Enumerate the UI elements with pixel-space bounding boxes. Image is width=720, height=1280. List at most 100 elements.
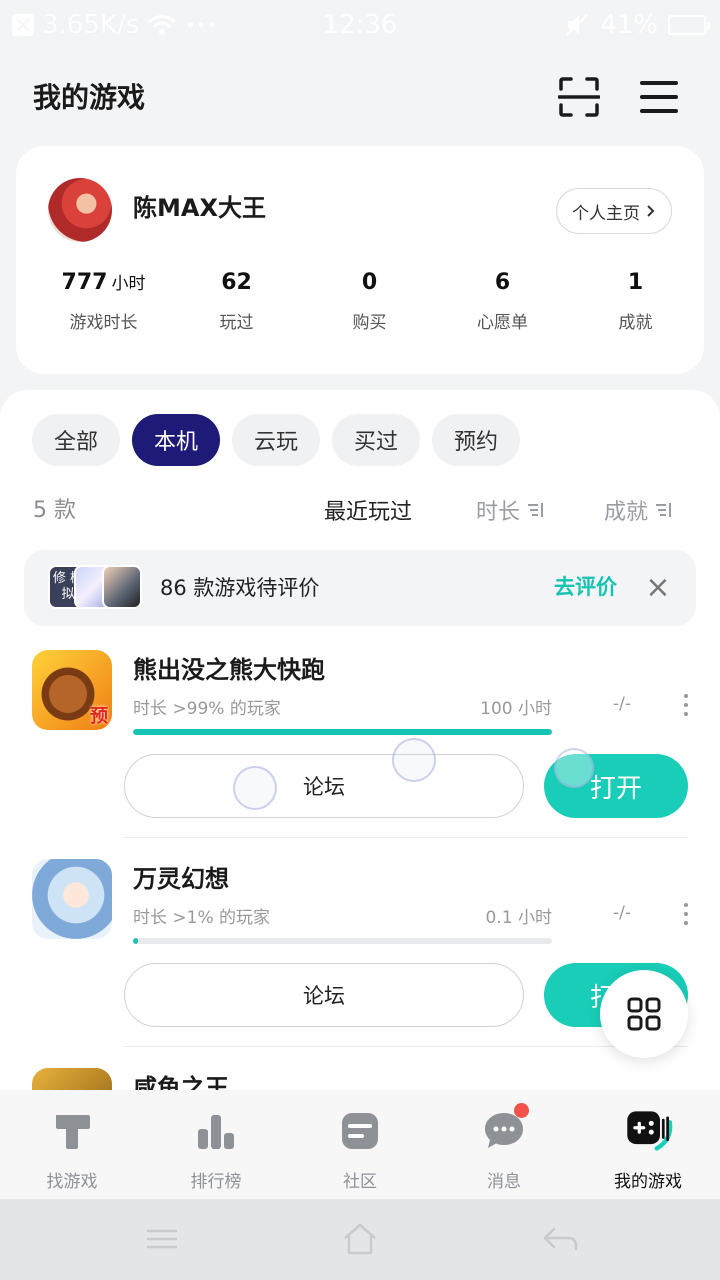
find-game-icon xyxy=(56,1115,90,1149)
game-title: 万灵幻想 xyxy=(133,865,229,893)
game-icon-wanling[interactable] xyxy=(32,859,112,939)
touch-indicator xyxy=(233,766,277,810)
stat-playtime[interactable]: 777 小时 游戏时长 xyxy=(37,266,170,333)
touch-indicator xyxy=(392,738,436,782)
stat-value: 1 xyxy=(627,270,644,295)
nav-ranking[interactable]: 排行榜 xyxy=(144,1091,288,1199)
stat-wishlist[interactable]: 6 心愿单 xyxy=(436,266,569,333)
floating-apps-button[interactable] xyxy=(600,970,688,1058)
menu-icon[interactable] xyxy=(640,80,678,114)
achievement-progress: -/- xyxy=(613,903,631,923)
game-item: 咸鱼之王 xyxy=(0,1068,720,1090)
playtime-bar-fill xyxy=(133,729,552,735)
nav-label: 社区 xyxy=(343,1172,377,1192)
page-title: 我的游戏 xyxy=(33,81,146,114)
sort-recent-label: 最近玩过 xyxy=(324,500,413,525)
stat-purchased[interactable]: 0 购买 xyxy=(303,266,436,333)
back-icon[interactable] xyxy=(540,1221,580,1257)
nav-label: 消息 xyxy=(487,1172,521,1192)
playtime-hours: 0.1 小时 xyxy=(485,908,552,928)
stat-label: 购买 xyxy=(352,313,387,333)
preorder-badge: 预 xyxy=(90,706,108,727)
stat-value: 62 xyxy=(221,270,252,295)
unread-badge xyxy=(514,1103,529,1118)
forum-button[interactable]: 论坛 xyxy=(124,754,524,818)
game-thumb-icon xyxy=(102,565,142,609)
more-options-icon[interactable] xyxy=(676,903,696,927)
battery-percent: 41% xyxy=(600,10,658,40)
game-title: 熊出没之熊大快跑 xyxy=(133,656,325,684)
game-item: 预 熊出没之熊大快跑 时长 >99% 的玩家 100 小时 -/- 论坛 打开 xyxy=(0,650,720,858)
forum-button[interactable]: 论坛 xyxy=(124,963,524,1027)
nav-label: 找游戏 xyxy=(46,1172,98,1192)
playtime-rank: 时长 >1% 的玩家 xyxy=(133,908,271,928)
mute-icon xyxy=(566,14,589,36)
tab-local[interactable]: 本机 xyxy=(132,414,220,466)
nav-my-games[interactable]: 我的游戏 xyxy=(576,1091,720,1199)
filter-tabs: 全部 本机 云玩 买过 预约 xyxy=(32,414,520,466)
playtime-bar xyxy=(133,938,552,944)
grid-icon xyxy=(627,997,661,1031)
game-title: 咸鱼之王 xyxy=(133,1074,229,1090)
recents-icon[interactable] xyxy=(142,1221,182,1257)
nav-label: 排行榜 xyxy=(190,1172,242,1192)
game-icon-bear[interactable]: 预 xyxy=(32,650,112,730)
stats-row: 777 小时 游戏时长 62 玩过 0 购买 6 心愿单 1 成就 xyxy=(16,266,704,333)
game-icon-xianyu[interactable] xyxy=(32,1068,112,1090)
stat-value: 777 xyxy=(61,270,108,295)
ranking-icon xyxy=(198,1115,234,1149)
stat-label: 心愿单 xyxy=(477,313,528,333)
tab-purchased[interactable]: 买过 xyxy=(332,414,420,466)
avatar[interactable] xyxy=(48,178,112,242)
playtime-hours: 100 小时 xyxy=(480,699,552,719)
divider xyxy=(124,837,688,838)
sort-icon xyxy=(528,503,544,517)
battery-icon xyxy=(668,15,710,35)
profile-card: 陈MAX大王 个人主页 777 小时 游戏时长 62 玩过 0 购买 6 心愿单 … xyxy=(16,146,704,374)
bottom-nav: 找游戏 排行榜 社区 消息 我的游戏 xyxy=(0,1091,720,1199)
sort-achievement-label: 成就 xyxy=(604,500,649,525)
playtime-bar-fill xyxy=(133,938,139,944)
sort-recent[interactable]: 最近玩过 xyxy=(324,494,412,526)
review-text: 86 款游戏待评价 xyxy=(160,576,320,600)
stat-label: 游戏时长 xyxy=(69,313,138,333)
system-nav-bar xyxy=(0,1199,720,1280)
review-link[interactable]: 去评价 xyxy=(554,571,617,601)
nav-community[interactable]: 社区 xyxy=(288,1091,432,1199)
stat-unit: 小时 xyxy=(111,274,146,294)
playtime-rank: 时长 >99% 的玩家 xyxy=(133,699,281,719)
divider xyxy=(124,1046,688,1047)
tab-all[interactable]: 全部 xyxy=(32,414,120,466)
stat-label: 成就 xyxy=(618,313,653,333)
my-games-icon xyxy=(627,1111,673,1151)
playtime-bar xyxy=(133,729,552,735)
sort-duration[interactable]: 时长 xyxy=(476,494,544,526)
more-options-icon[interactable] xyxy=(676,694,696,718)
scan-icon[interactable] xyxy=(558,76,600,118)
stat-value: 6 xyxy=(494,270,511,295)
stat-played[interactable]: 62 玩过 xyxy=(170,266,303,333)
tab-reserved[interactable]: 预约 xyxy=(432,414,520,466)
pending-review-icons: 修 模拟 xyxy=(48,565,144,611)
homepage-label: 个人主页 xyxy=(572,203,640,224)
username: 陈MAX大王 xyxy=(133,194,266,222)
chevron-right-icon xyxy=(647,205,655,217)
homepage-button[interactable]: 个人主页 xyxy=(556,188,672,234)
stat-label: 玩过 xyxy=(219,313,254,333)
home-icon[interactable] xyxy=(340,1221,380,1257)
nav-messages[interactable]: 消息 xyxy=(432,1091,576,1199)
game-count: 5 款 xyxy=(33,498,76,523)
sort-achievement[interactable]: 成就 xyxy=(604,494,672,526)
close-icon[interactable]: × xyxy=(644,568,672,608)
touch-indicator xyxy=(554,748,594,788)
sort-duration-label: 时长 xyxy=(476,500,521,525)
nav-label: 我的游戏 xyxy=(614,1172,682,1192)
status-bar: 3.65K/s ••• 12:36 41% xyxy=(0,0,720,52)
tab-cloud[interactable]: 云玩 xyxy=(232,414,320,466)
sort-icon xyxy=(656,503,672,517)
nav-find-game[interactable]: 找游戏 xyxy=(0,1091,144,1199)
achievement-progress: -/- xyxy=(613,694,631,714)
stat-achievements[interactable]: 1 成就 xyxy=(569,266,702,333)
review-banner: 修 模拟 86 款游戏待评价 去评价 × xyxy=(24,550,696,626)
community-icon xyxy=(342,1113,378,1149)
